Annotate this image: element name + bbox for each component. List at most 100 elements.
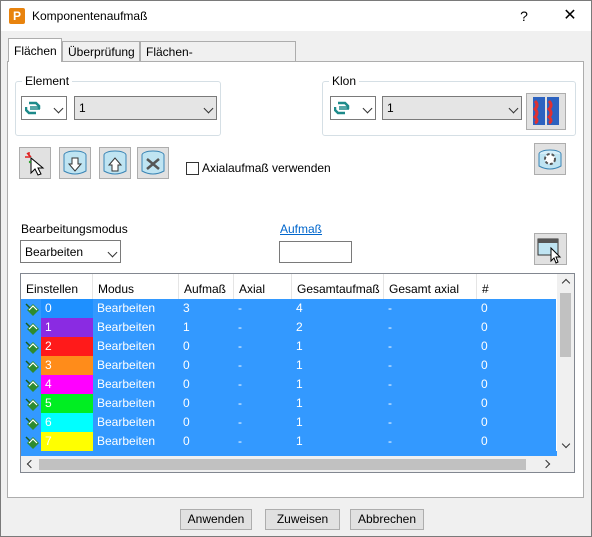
row-total-allowance: 1 — [296, 339, 303, 353]
row-mode: Bearbeiten — [97, 396, 156, 410]
database-tools-icon — [141, 150, 165, 175]
element-value-dropdown[interactable]: 1 — [74, 96, 217, 120]
row-color-id: 3 — [41, 356, 93, 375]
scroll-thumb[interactable] — [560, 293, 571, 357]
column-header[interactable]: Gesamt axial — [384, 274, 477, 299]
assign-button[interactable]: Zuweisen — [265, 509, 340, 530]
chevron-down-icon — [362, 103, 373, 114]
settings-button[interactable] — [534, 143, 566, 175]
database-up-icon — [103, 150, 127, 175]
row-total-allowance: 1 — [296, 377, 303, 391]
row-allowance: 0 — [183, 396, 190, 410]
row-total-allowance: 4 — [296, 301, 303, 315]
chevron-down-icon — [203, 103, 214, 114]
row-mode: Bearbeiten — [97, 320, 156, 334]
save-up-button[interactable] — [99, 147, 131, 179]
table-row[interactable]: 7 Bearbeiten 0 - 1 - 0 — [21, 432, 556, 451]
apply-button[interactable]: Anwenden — [180, 509, 252, 530]
tab-flaechen-standardvorgaben[interactable]: Flächen-Standardvorgaben — [140, 41, 296, 75]
row-total-allowance: 1 — [296, 434, 303, 448]
row-axial: - — [238, 301, 242, 315]
scroll-right-icon[interactable] — [541, 459, 551, 469]
row-axial: - — [238, 358, 242, 372]
klon-value-dropdown[interactable]: 1 — [382, 96, 522, 120]
apply-allowance-icon[interactable] — [25, 300, 41, 316]
chevron-down-icon — [107, 247, 118, 258]
axial-allowance-checkbox[interactable] — [186, 162, 199, 175]
title-bar: P Komponentenaufmaß ? ✕ — [0, 0, 592, 31]
horizontal-scrollbar[interactable] — [21, 456, 557, 472]
column-header[interactable]: Einstellen — [21, 274, 93, 299]
scroll-corner — [557, 456, 574, 472]
row-color-id: 2 — [41, 337, 93, 356]
scroll-left-icon[interactable] — [26, 459, 36, 469]
row-total-axial: - — [388, 415, 392, 429]
table-row[interactable]: 2 Bearbeiten 0 - 1 - 0 — [21, 337, 556, 356]
row-color-id: 5 — [41, 394, 93, 413]
column-header[interactable]: Axial — [234, 274, 292, 299]
cancel-button[interactable]: Abbrechen — [350, 509, 424, 530]
clone-button[interactable] — [526, 93, 566, 130]
row-total-allowance: 1 — [296, 396, 303, 410]
scroll-thumb[interactable] — [39, 459, 526, 470]
tab-ueberpruefung[interactable]: Überprüfung — [62, 41, 140, 62]
window-title: Komponentenaufmaß — [32, 9, 148, 23]
element-value: 1 — [79, 101, 86, 115]
column-header[interactable]: Modus — [93, 274, 179, 299]
row-total-axial: - — [388, 358, 392, 372]
row-mode: Bearbeiten — [97, 434, 156, 448]
tab-flaechen[interactable]: Flächen — [8, 38, 62, 62]
row-mode: Bearbeiten — [97, 377, 156, 391]
vertical-scrollbar[interactable] — [557, 274, 574, 456]
apply-allowance-icon[interactable] — [25, 433, 41, 449]
scroll-up-icon[interactable] — [561, 278, 571, 288]
row-axial: - — [238, 320, 242, 334]
row-mode: Bearbeiten — [97, 301, 156, 315]
table-row[interactable]: 1 Bearbeiten 1 - 2 - 0 — [21, 318, 556, 337]
scroll-down-icon[interactable] — [561, 439, 571, 449]
load-down-button[interactable] — [59, 147, 91, 179]
allowance-link[interactable]: Aufmaß — [280, 222, 322, 236]
row-total-axial: - — [388, 320, 392, 334]
element-type-dropdown[interactable] — [21, 96, 67, 120]
machining-mode-label: Bearbeitungsmodus — [21, 222, 128, 236]
column-header[interactable]: # — [477, 274, 556, 299]
edit-table-icon — [537, 238, 562, 264]
row-color-id: 7 — [41, 432, 93, 451]
table-row[interactable]: 6 Bearbeiten 0 - 1 - 0 — [21, 413, 556, 432]
apply-allowance-icon[interactable] — [25, 395, 41, 411]
apply-allowance-icon[interactable] — [25, 376, 41, 392]
row-color-id: 4 — [41, 375, 93, 394]
table-row[interactable]: 0 Bearbeiten 3 - 4 - 0 — [21, 299, 556, 318]
row-count: 0 — [481, 396, 488, 410]
surface-type-icon — [25, 101, 41, 115]
row-count: 0 — [481, 301, 488, 315]
database-tools-button[interactable] — [137, 147, 169, 179]
row-mode: Bearbeiten — [97, 415, 156, 429]
machining-mode-dropdown[interactable]: Bearbeiten — [20, 240, 121, 263]
apply-allowance-icon[interactable] — [25, 414, 41, 430]
apply-allowance-icon[interactable] — [25, 319, 41, 335]
klon-group-label: Klon — [329, 74, 360, 88]
table-row[interactable]: 5 Bearbeiten 0 - 1 - 0 — [21, 394, 556, 413]
row-count: 0 — [481, 358, 488, 372]
allowance-input[interactable] — [279, 241, 352, 263]
clone-surfaces-icon — [532, 97, 559, 125]
table-row[interactable]: 3 Bearbeiten 0 - 1 - 0 — [21, 356, 556, 375]
table-row[interactable]: 4 Bearbeiten 0 - 1 - 0 — [21, 375, 556, 394]
select-surfaces-icon — [25, 152, 45, 176]
tab-label: Überprüfung — [68, 45, 135, 59]
row-color-id: 6 — [41, 413, 93, 432]
help-button[interactable]: ? — [511, 5, 537, 27]
close-button[interactable]: ✕ — [557, 5, 583, 27]
klon-value: 1 — [387, 101, 394, 115]
edit-table-button[interactable] — [534, 233, 567, 265]
tab-label: Flächen — [14, 44, 57, 58]
klon-type-dropdown[interactable] — [330, 96, 376, 120]
apply-allowance-icon[interactable] — [25, 357, 41, 373]
select-surfaces-button[interactable] — [19, 147, 51, 179]
row-allowance: 0 — [183, 358, 190, 372]
apply-allowance-icon[interactable] — [25, 338, 41, 354]
column-header[interactable]: Gesamtaufmaß — [292, 274, 384, 299]
column-header[interactable]: Aufmaß — [179, 274, 234, 299]
